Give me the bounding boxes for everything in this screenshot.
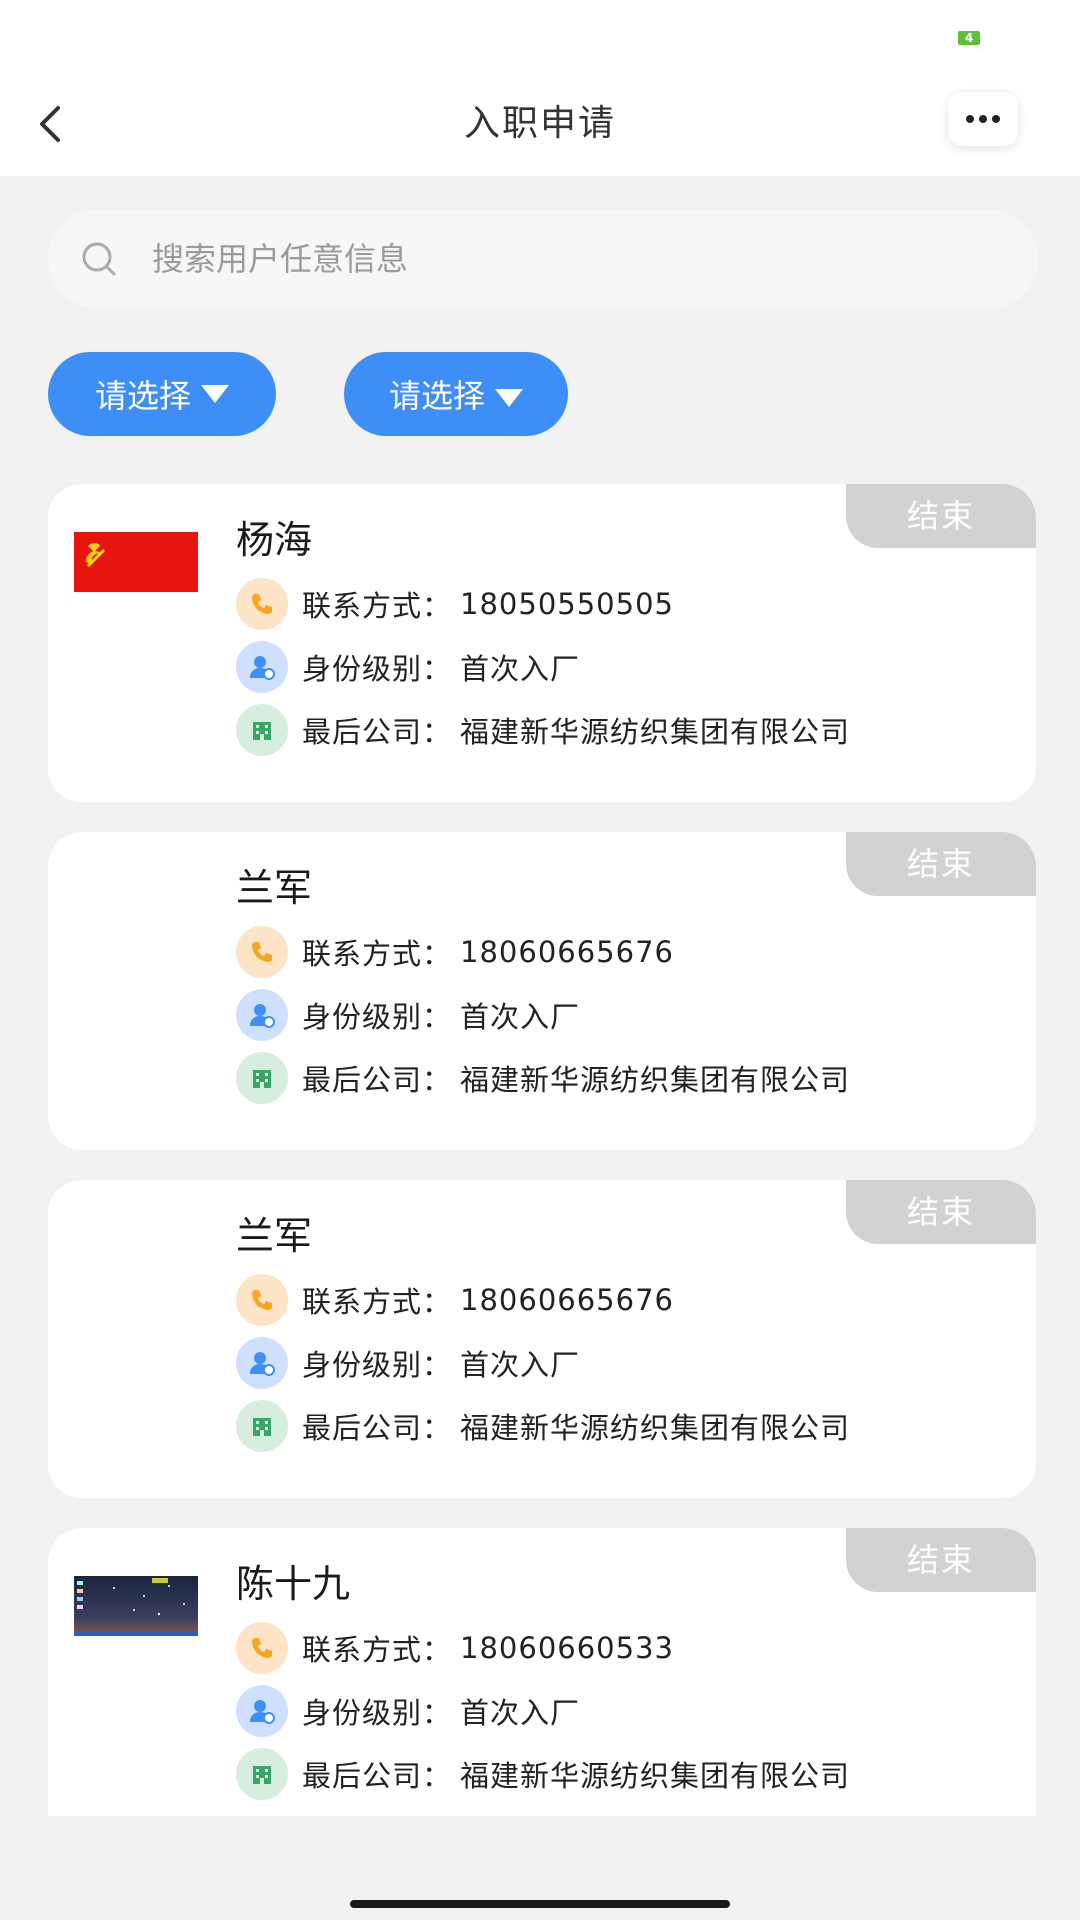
level-row: 身份级别： 首次入厂: [236, 641, 580, 693]
applicant-name: 陈十九: [236, 1562, 351, 1606]
level-label: 身份级别：: [302, 1000, 453, 1034]
building-icon: [236, 1748, 288, 1800]
dropdown-triangle-icon: [201, 385, 229, 403]
avatar-screenshot-image: [74, 1576, 198, 1636]
contact-label: 联系方式：: [302, 589, 453, 623]
battery-icon: 4: [958, 31, 980, 45]
phone-icon: [236, 1622, 288, 1674]
building-icon: [236, 1400, 288, 1452]
level-value: 首次入厂: [460, 1696, 581, 1730]
user-icon: [236, 1685, 288, 1737]
applicant-card[interactable]: 结束 兰军 联系方式： 18060665676 身份级别： 首次入厂 最后公司：…: [48, 832, 1036, 1150]
company-label: 最后公司：: [302, 1063, 453, 1097]
level-value: 首次入厂: [460, 652, 581, 686]
status-badge: 结束: [846, 1528, 1036, 1592]
company-row: 最后公司： 福建新华源纺织集团有限公司: [236, 1400, 850, 1452]
contact-label: 联系方式：: [302, 1285, 453, 1319]
contact-value: 18060665676: [460, 1283, 674, 1317]
company-value: 福建新华源纺织集团有限公司: [460, 1063, 851, 1097]
applicant-name: 兰军: [236, 866, 313, 910]
company-value: 福建新华源纺织集团有限公司: [460, 1411, 851, 1445]
building-icon: [236, 704, 288, 756]
filter-label: 请选择: [388, 377, 485, 415]
contact-label: 联系方式：: [302, 1633, 453, 1667]
applicant-card[interactable]: 结束 兰军 联系方式： 18060665676 身份级别： 首次入厂 最后公司：…: [48, 1180, 1036, 1498]
company-label: 最后公司：: [302, 1411, 453, 1445]
status-badge: 结束: [846, 484, 1036, 548]
company-value: 福建新华源纺织集团有限公司: [460, 715, 851, 749]
level-value: 首次入厂: [460, 1000, 581, 1034]
applicant-card[interactable]: 结束 杨海 联系方式： 18050550505 身份级别： 首次入厂 最后公司：…: [48, 484, 1036, 802]
search-bar[interactable]: [48, 210, 1038, 308]
search-input[interactable]: [152, 210, 992, 308]
dropdown-triangle-icon: [495, 389, 523, 407]
search-icon: [82, 242, 116, 276]
more-dot-icon: [992, 115, 1000, 123]
more-dot-icon: [979, 115, 987, 123]
contact-value: 18060665676: [460, 935, 674, 969]
phone-icon: [236, 1274, 288, 1326]
company-label: 最后公司：: [302, 715, 453, 749]
level-label: 身份级别：: [302, 1696, 453, 1730]
company-row: 最后公司： 福建新华源纺织集团有限公司: [236, 1748, 850, 1800]
company-row: 最后公司： 福建新华源纺织集团有限公司: [236, 1052, 850, 1104]
company-row: 最后公司： 福建新华源纺织集团有限公司: [236, 704, 850, 756]
phone-icon: [236, 926, 288, 978]
applicant-name: 杨海: [236, 518, 313, 562]
page-title: 入职申请: [463, 103, 616, 144]
user-icon: [236, 641, 288, 693]
filter-label: 请选择: [94, 377, 191, 415]
contact-row: 联系方式： 18060660533: [236, 1622, 674, 1674]
filter-dropdown-2[interactable]: 请选择: [344, 352, 568, 436]
contact-row: 联系方式： 18050550505: [236, 578, 674, 630]
level-value: 首次入厂: [460, 1348, 581, 1382]
filter-dropdown-1[interactable]: 请选择: [48, 352, 276, 436]
contact-row: 联系方式： 18060665676: [236, 926, 674, 978]
level-label: 身份级别：: [302, 652, 453, 686]
level-row: 身份级别： 首次入厂: [236, 989, 580, 1041]
more-dot-icon: [966, 115, 974, 123]
building-icon: [236, 1052, 288, 1104]
applicant-card[interactable]: 结束 陈十九 联系方式： 18060660533 身份级别： 首次入厂 最后公司…: [48, 1528, 1036, 1816]
contact-value: 18050550505: [460, 587, 674, 621]
level-label: 身份级别：: [302, 1348, 453, 1382]
contact-label: 联系方式：: [302, 937, 453, 971]
level-row: 身份级别： 首次入厂: [236, 1337, 580, 1389]
level-row: 身份级别： 首次入厂: [236, 1685, 580, 1737]
top-bar: 4 入职申请: [0, 0, 1080, 176]
contact-value: 18060660533: [460, 1631, 674, 1665]
avatar-flag-image: [74, 532, 198, 592]
phone-icon: [236, 578, 288, 630]
company-value: 福建新华源纺织集团有限公司: [460, 1759, 851, 1793]
applicant-name: 兰军: [236, 1214, 313, 1258]
status-badge: 结束: [846, 832, 1036, 896]
user-icon: [236, 989, 288, 1041]
status-badge: 结束: [846, 1180, 1036, 1244]
contact-row: 联系方式： 18060665676: [236, 1274, 674, 1326]
company-label: 最后公司：: [302, 1759, 453, 1793]
user-icon: [236, 1337, 288, 1389]
more-options-button[interactable]: [948, 92, 1018, 146]
home-indicator[interactable]: [350, 1900, 730, 1908]
